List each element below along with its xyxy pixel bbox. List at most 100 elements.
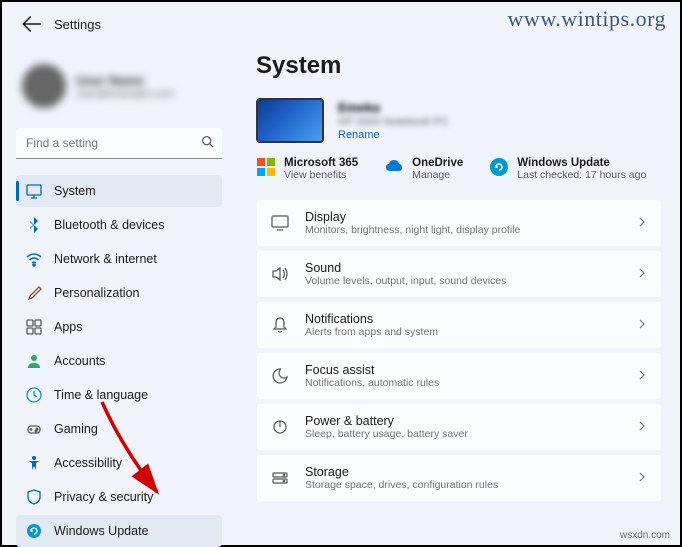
device-info: Emeka HP 2000 Notebook PC Rename: [338, 100, 449, 141]
sidebar-item-gaming[interactable]: Gaming: [16, 413, 222, 445]
update-service-icon: [489, 157, 509, 177]
chevron-right-icon: [637, 469, 647, 487]
setting-sub: Monitors, brightness, night light, displ…: [305, 224, 637, 236]
sidebar-item-privacy[interactable]: Privacy & security: [16, 481, 222, 513]
search-input[interactable]: [16, 128, 222, 159]
device-info-row: Emeka HP 2000 Notebook PC Rename: [256, 98, 662, 143]
main-panel: System Emeka HP 2000 Notebook PC Rename …: [232, 42, 680, 545]
sidebar-item-label: Network & internet: [54, 252, 157, 266]
sidebar: User Name user@example.com System Blueto…: [2, 42, 232, 545]
wifi-icon: [26, 251, 42, 267]
setting-focus[interactable]: Focus assistNotifications, automatic rul…: [256, 352, 662, 400]
system-icon: [26, 183, 42, 199]
chevron-right-icon: [637, 265, 647, 283]
onedrive-icon: [384, 157, 404, 177]
service-sub: View benefits: [284, 169, 358, 181]
setting-power[interactable]: Power & batterySleep, battery usage, bat…: [256, 403, 662, 451]
sidebar-item-accounts[interactable]: Accounts: [16, 345, 222, 377]
device-model: HP 2000 Notebook PC: [338, 116, 449, 128]
setting-title: Sound: [305, 261, 637, 275]
user-email: user@example.com: [76, 88, 174, 100]
sidebar-item-label: Gaming: [54, 422, 98, 436]
sidebar-item-network[interactable]: Network & internet: [16, 243, 222, 275]
main-container: User Name user@example.com System Blueto…: [2, 42, 680, 545]
power-icon: [271, 418, 289, 436]
person-icon: [26, 353, 42, 369]
setting-title: Power & battery: [305, 414, 637, 428]
brush-icon: [26, 285, 42, 301]
sidebar-item-bluetooth[interactable]: Bluetooth & devices: [16, 209, 222, 241]
chevron-right-icon: [637, 418, 647, 436]
page-title: System: [256, 52, 662, 80]
sidebar-item-label: Accounts: [54, 354, 105, 368]
search-icon: [201, 135, 214, 153]
setting-sub: Alerts from apps and system: [305, 326, 637, 338]
update-icon: [26, 523, 42, 539]
service-microsoft365[interactable]: Microsoft 365View benefits: [256, 157, 358, 181]
rename-link[interactable]: Rename: [338, 129, 449, 141]
service-tiles: Microsoft 365View benefits OneDriveManag…: [256, 157, 662, 181]
clock-icon: [26, 387, 42, 403]
setting-title: Storage: [305, 465, 637, 479]
search-wrapper: [16, 128, 222, 159]
avatar: [22, 64, 66, 108]
display-icon: [271, 214, 289, 232]
sidebar-item-windows-update[interactable]: Windows Update: [16, 515, 222, 547]
app-title: Settings: [54, 17, 101, 32]
sidebar-item-accessibility[interactable]: Accessibility: [16, 447, 222, 479]
sidebar-item-personalization[interactable]: Personalization: [16, 277, 222, 309]
back-button[interactable]: [22, 14, 42, 34]
setting-title: Focus assist: [305, 363, 637, 377]
service-title: Microsoft 365: [284, 157, 358, 169]
setting-title: Notifications: [305, 312, 637, 326]
settings-list: DisplayMonitors, brightness, night light…: [256, 199, 662, 502]
sidebar-item-label: Apps: [54, 320, 83, 334]
sidebar-item-label: System: [54, 184, 96, 198]
watermark-bottom: wsxdn.com: [620, 530, 670, 541]
bell-icon: [271, 316, 289, 334]
sidebar-item-label: Accessibility: [54, 456, 122, 470]
user-profile[interactable]: User Name user@example.com: [16, 50, 222, 126]
setting-sound[interactable]: SoundVolume levels, output, input, sound…: [256, 250, 662, 298]
apps-icon: [26, 319, 42, 335]
service-onedrive[interactable]: OneDriveManage: [384, 157, 463, 181]
sidebar-item-time[interactable]: Time & language: [16, 379, 222, 411]
setting-display[interactable]: DisplayMonitors, brightness, night light…: [256, 199, 662, 247]
sidebar-item-label: Time & language: [54, 388, 148, 402]
device-image: [256, 98, 324, 143]
service-windows-update[interactable]: Windows UpdateLast checked: 17 hours ago: [489, 157, 646, 181]
microsoft-icon: [256, 157, 276, 177]
setting-sub: Sleep, battery usage, battery saver: [305, 428, 637, 440]
setting-storage[interactable]: StorageStorage space, drives, configurat…: [256, 454, 662, 502]
sidebar-item-label: Windows Update: [54, 524, 149, 538]
sidebar-item-label: Bluetooth & devices: [54, 218, 165, 232]
setting-title: Display: [305, 210, 637, 224]
sidebar-item-apps[interactable]: Apps: [16, 311, 222, 343]
chevron-right-icon: [637, 367, 647, 385]
setting-sub: Notifications, automatic rules: [305, 377, 637, 389]
service-sub: Manage: [412, 169, 463, 181]
setting-sub: Storage space, drives, configuration rul…: [305, 479, 637, 491]
chevron-right-icon: [637, 316, 647, 334]
moon-icon: [271, 367, 289, 385]
sidebar-item-label: Privacy & security: [54, 490, 153, 504]
back-arrow-icon: [22, 14, 42, 34]
device-name: Emeka: [338, 100, 449, 115]
storage-icon: [271, 469, 289, 487]
service-title: Windows Update: [517, 157, 646, 169]
setting-notifications[interactable]: NotificationsAlerts from apps and system: [256, 301, 662, 349]
service-title: OneDrive: [412, 157, 463, 169]
accessibility-icon: [26, 455, 42, 471]
bluetooth-icon: [26, 217, 42, 233]
watermark-top: www.wintips.org: [508, 6, 666, 32]
service-sub: Last checked: 17 hours ago: [517, 169, 646, 181]
sidebar-item-label: Personalization: [54, 286, 139, 300]
gaming-icon: [26, 421, 42, 437]
sound-icon: [271, 265, 289, 283]
setting-sub: Volume levels, output, input, sound devi…: [305, 275, 637, 287]
user-text: User Name user@example.com: [76, 73, 174, 100]
chevron-right-icon: [637, 214, 647, 232]
user-name: User Name: [76, 73, 174, 88]
sidebar-item-system[interactable]: System: [16, 175, 222, 207]
shield-icon: [26, 489, 42, 505]
